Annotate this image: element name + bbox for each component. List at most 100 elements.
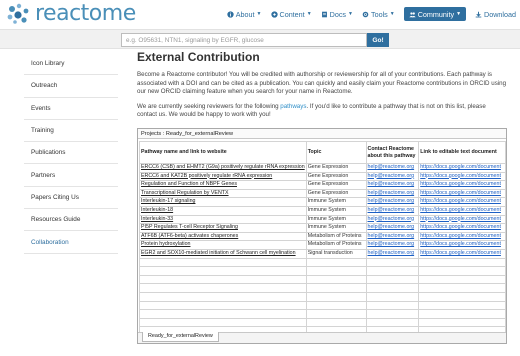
table-row: Protein hydroxylation Metabolism of Prote… bbox=[139, 240, 506, 250]
search-input[interactable] bbox=[121, 33, 367, 47]
empty-cell[interactable] bbox=[305, 300, 367, 311]
empty-cell[interactable] bbox=[139, 257, 307, 268]
empty-cell[interactable] bbox=[139, 291, 307, 302]
sidebar-item-events[interactable]: Events bbox=[24, 98, 118, 120]
nav-docs[interactable]: Docs ▼ bbox=[321, 7, 353, 21]
tools-icon bbox=[362, 11, 369, 17]
empty-cell[interactable] bbox=[305, 317, 367, 328]
contact-email-link[interactable]: help@reactome.org bbox=[365, 180, 420, 190]
pathway-name-link[interactable]: Interleukin-33 bbox=[139, 214, 307, 225]
sidebar-item-publications[interactable]: Publications bbox=[24, 142, 118, 165]
embedded-spreadsheet: Projects : Ready_for_externalReview Path… bbox=[137, 128, 507, 344]
contact-email-link[interactable]: help@reactome.org bbox=[365, 205, 420, 216]
search-go-button[interactable]: Go! bbox=[367, 33, 389, 47]
empty-cell[interactable] bbox=[305, 283, 367, 293]
document-link[interactable]: https://docs.google.com/document bbox=[418, 188, 506, 199]
nav-tools[interactable]: Tools ▼ bbox=[362, 7, 395, 21]
topic-cell: Metabolism of Proteins bbox=[305, 231, 367, 242]
empty-cell[interactable] bbox=[365, 257, 420, 268]
sidebar-item-partners[interactable]: Partners bbox=[24, 164, 118, 187]
empty-cell[interactable] bbox=[305, 309, 367, 319]
sidebar-item-training[interactable]: Training bbox=[24, 120, 118, 143]
empty-grid-row bbox=[139, 309, 506, 319]
document-link[interactable]: https://docs.google.com/document bbox=[418, 163, 506, 173]
pathway-name-link[interactable]: Interleukin-17 signaling bbox=[139, 197, 307, 207]
document-link[interactable]: https://docs.google.com/document bbox=[418, 180, 506, 190]
pathway-name-link[interactable]: PI5P Regulates T-cell Receptor Signaling bbox=[139, 223, 307, 233]
document-link[interactable]: https://docs.google.com/document bbox=[418, 231, 506, 242]
reactome-logo[interactable]: reactome bbox=[6, 3, 136, 25]
site-header: reactome About ▼ Content ▼ Docs ▼ Tools ▼ Co… bbox=[0, 0, 520, 29]
empty-cell[interactable] bbox=[305, 257, 367, 268]
contact-email-link[interactable]: help@reactome.org bbox=[365, 197, 420, 207]
empty-cell[interactable] bbox=[418, 266, 506, 276]
main-content: External Contribution Become a Reactome … bbox=[137, 51, 507, 126]
contact-email-link[interactable]: help@reactome.org bbox=[365, 163, 420, 173]
document-link[interactable]: https://docs.google.com/document bbox=[418, 205, 506, 216]
contact-email-link[interactable]: help@reactome.org bbox=[365, 188, 420, 199]
empty-cell[interactable] bbox=[139, 317, 307, 328]
sidebar-item-icon-library[interactable]: Icon Library bbox=[24, 53, 118, 76]
document-link[interactable]: https://docs.google.com/document bbox=[418, 248, 506, 259]
empty-cell[interactable] bbox=[139, 309, 307, 319]
empty-cell[interactable] bbox=[418, 291, 506, 302]
pathway-name-link[interactable]: Regulation and Function of NBPF Genes bbox=[139, 180, 307, 190]
pathway-name-link[interactable]: Transcriptional Regulation by VENTX bbox=[139, 188, 307, 199]
pathway-name-link[interactable]: ERCC6 and KAT2B positively regulate rRNA… bbox=[139, 171, 307, 182]
nav-about[interactable]: About ▼ bbox=[227, 7, 262, 21]
pathways-link[interactable]: pathways bbox=[280, 103, 306, 110]
empty-cell[interactable] bbox=[139, 266, 307, 276]
empty-cell[interactable] bbox=[139, 283, 307, 293]
sidebar-item-outreach[interactable]: Outreach bbox=[24, 75, 118, 98]
pathway-name-link[interactable]: Interleukin-18 bbox=[139, 205, 307, 216]
empty-cell[interactable] bbox=[418, 309, 506, 319]
contact-email-link[interactable]: help@reactome.org bbox=[365, 171, 420, 182]
empty-cell[interactable] bbox=[365, 309, 420, 319]
topic-cell: Signal transduction bbox=[305, 248, 367, 259]
contact-email-link[interactable]: help@reactome.org bbox=[365, 240, 420, 250]
empty-cell[interactable] bbox=[365, 283, 420, 293]
nav-download[interactable]: Download bbox=[475, 7, 516, 21]
document-link[interactable]: https://docs.google.com/document bbox=[418, 223, 506, 233]
nav-download-label: Download bbox=[484, 9, 516, 19]
empty-cell[interactable] bbox=[305, 266, 367, 276]
empty-cell[interactable] bbox=[365, 317, 420, 328]
empty-cell[interactable] bbox=[418, 274, 506, 285]
chevron-down-icon: ▼ bbox=[456, 11, 462, 17]
search-bar: Go! bbox=[0, 29, 520, 49]
empty-cell[interactable] bbox=[139, 274, 307, 285]
nav-content[interactable]: Content ▼ bbox=[270, 7, 312, 21]
empty-cell[interactable] bbox=[305, 274, 367, 285]
empty-cell[interactable] bbox=[418, 300, 506, 311]
empty-cell[interactable] bbox=[365, 291, 420, 302]
spreadsheet-title: Projects : Ready_for_externalReview bbox=[138, 129, 506, 139]
empty-cell[interactable] bbox=[365, 266, 420, 276]
contact-email-link[interactable]: help@reactome.org bbox=[365, 223, 420, 233]
empty-grid-row bbox=[139, 283, 506, 293]
document-link[interactable]: https://docs.google.com/document bbox=[418, 171, 506, 182]
pathway-name-link[interactable]: ATF6B (ATF6-beta) activates chaperones bbox=[139, 231, 307, 242]
empty-cell[interactable] bbox=[365, 300, 420, 311]
sidebar-item-papers-citing-us[interactable]: Papers Citing Us bbox=[24, 187, 118, 210]
pathway-name-link[interactable]: ERCC6 (CSB) and EHMT2 (G9a) positively r… bbox=[139, 163, 307, 173]
empty-cell[interactable] bbox=[418, 283, 506, 293]
page-title: External Contribution bbox=[137, 50, 260, 64]
document-link[interactable]: https://docs.google.com/document bbox=[418, 197, 506, 207]
contact-email-link[interactable]: help@reactome.org bbox=[365, 248, 420, 259]
nav-community[interactable]: Community ▼ bbox=[403, 7, 467, 21]
empty-cell[interactable] bbox=[418, 317, 506, 328]
pathway-name-link[interactable]: Protein hydroxylation bbox=[139, 240, 307, 250]
empty-cell[interactable] bbox=[365, 274, 420, 285]
empty-cell[interactable] bbox=[305, 291, 367, 302]
pathway-name-link[interactable]: EGR2 and SOX10-mediated initiation of Sc… bbox=[139, 248, 307, 259]
sidebar-item-collaboration[interactable]: Collaboration bbox=[24, 231, 118, 254]
empty-cell[interactable] bbox=[418, 257, 506, 268]
document-link[interactable]: https://docs.google.com/document bbox=[418, 214, 506, 225]
document-link[interactable]: https://docs.google.com/document bbox=[418, 240, 506, 250]
empty-cell[interactable] bbox=[139, 300, 307, 311]
contact-email-link[interactable]: help@reactome.org bbox=[365, 231, 420, 242]
contact-email-link[interactable]: help@reactome.org bbox=[365, 214, 420, 225]
sidebar-item-resources-guide[interactable]: Resources Guide bbox=[24, 209, 118, 232]
sheet-tab[interactable]: Ready_for_externalReview bbox=[142, 332, 219, 342]
table-row: EGR2 and SOX10-mediated initiation of Sc… bbox=[139, 248, 506, 259]
